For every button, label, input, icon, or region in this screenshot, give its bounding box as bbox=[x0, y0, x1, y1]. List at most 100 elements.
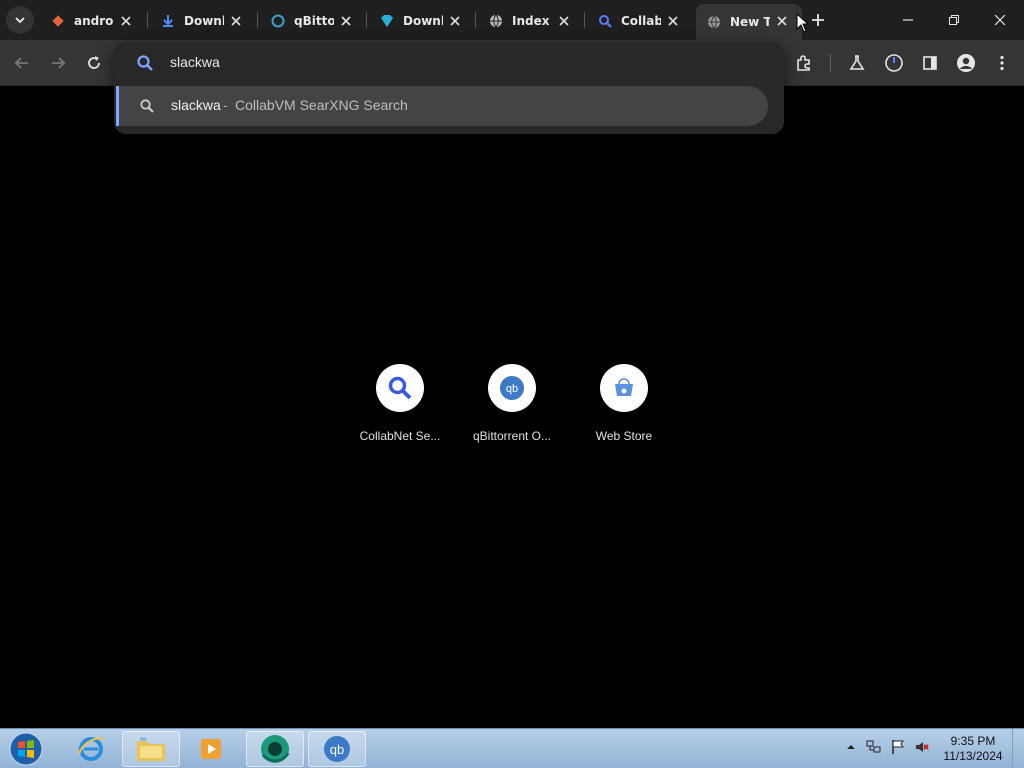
browser-window: androi Downl qBittor Downl Index c bbox=[0, 0, 1024, 768]
avatar-icon bbox=[957, 54, 975, 72]
flask-icon bbox=[849, 55, 865, 70]
tab-title: androi bbox=[74, 14, 114, 28]
action-center-flag-icon[interactable] bbox=[890, 739, 906, 755]
tab-strip: androi Downl qBittor Downl Index c bbox=[0, 0, 1024, 40]
search-icon bbox=[140, 99, 154, 113]
labs-button[interactable] bbox=[846, 52, 868, 74]
close-window-button[interactable] bbox=[988, 8, 1012, 32]
close-icon[interactable] bbox=[665, 13, 681, 29]
show-hidden-icons-button[interactable] bbox=[843, 739, 859, 755]
tab-download-1[interactable]: Downl bbox=[150, 6, 256, 36]
toolbar-divider bbox=[830, 54, 831, 72]
shortcut-web-store[interactable]: Web Store bbox=[568, 364, 680, 454]
shortcut-label: Web Store bbox=[595, 429, 653, 443]
qbittorrent-icon: qb bbox=[500, 376, 524, 400]
arrow-right-icon bbox=[52, 57, 66, 69]
suggestion-engine: CollabVM SearXNG Search bbox=[235, 97, 408, 113]
shortcut-label: qBittorrent O... bbox=[472, 429, 552, 443]
omnibox-suggestion[interactable]: slackwa - CollabVM SearXNG Search bbox=[116, 86, 768, 126]
tab-title: Collab bbox=[621, 14, 661, 28]
tab-qbittorrent[interactable]: qBittor bbox=[260, 6, 366, 36]
network-icon[interactable] bbox=[866, 739, 882, 755]
shortcut-qbittorrent[interactable]: qb qBittorrent O... bbox=[456, 364, 568, 454]
suggestion-query: slackwa bbox=[171, 97, 221, 113]
chevron-up-icon bbox=[847, 745, 855, 749]
internet-explorer-icon bbox=[78, 737, 104, 761]
tab-search-button[interactable] bbox=[6, 6, 34, 34]
close-icon[interactable] bbox=[556, 13, 572, 29]
forward-button[interactable] bbox=[47, 52, 69, 74]
taskbar-qbittorrent[interactable]: qb bbox=[308, 731, 366, 767]
taskbar-clock[interactable]: 9:35 PM 11/13/2024 bbox=[938, 734, 1008, 764]
search-icon bbox=[388, 376, 412, 400]
volume-muted-icon[interactable] bbox=[914, 739, 930, 755]
tab-android[interactable]: androi bbox=[40, 6, 146, 36]
performance-button[interactable] bbox=[883, 52, 905, 74]
svg-text:qb: qb bbox=[330, 742, 344, 757]
taskbar-browser[interactable] bbox=[246, 731, 304, 767]
reload-icon bbox=[88, 56, 100, 69]
minimize-icon bbox=[903, 19, 913, 21]
tab-title: Downl bbox=[184, 14, 224, 28]
shortcut-collabnet-search[interactable]: CollabNet Se... bbox=[344, 364, 456, 454]
shortcut-icon-tile bbox=[600, 364, 648, 412]
clock-time: 9:35 PM bbox=[950, 734, 996, 748]
globe-icon bbox=[706, 14, 722, 30]
diamond-icon bbox=[379, 13, 395, 29]
show-desktop-button[interactable] bbox=[1012, 729, 1024, 768]
restore-icon bbox=[949, 15, 959, 25]
side-panel-icon bbox=[923, 56, 937, 70]
taskbar-media-player[interactable] bbox=[182, 731, 240, 767]
plus-icon bbox=[812, 14, 824, 26]
shortcut-icon-tile bbox=[376, 364, 424, 412]
close-icon bbox=[994, 14, 1006, 26]
close-icon[interactable] bbox=[118, 13, 134, 29]
new-tab-button[interactable] bbox=[808, 10, 828, 30]
qbittorrent-icon bbox=[270, 13, 286, 29]
close-icon[interactable] bbox=[774, 13, 790, 29]
file-explorer-icon bbox=[137, 737, 165, 761]
profile-button[interactable] bbox=[955, 52, 977, 74]
svg-text:qb: qb bbox=[506, 383, 518, 395]
tab-title: Downl bbox=[403, 14, 443, 28]
web-store-icon bbox=[615, 378, 633, 396]
browser-icon bbox=[261, 735, 290, 763]
globe-icon bbox=[488, 13, 504, 29]
close-icon[interactable] bbox=[447, 13, 463, 29]
gauge-icon bbox=[885, 54, 903, 72]
side-panel-button[interactable] bbox=[919, 52, 941, 74]
mouse-cursor-icon bbox=[796, 13, 808, 33]
restore-button[interactable] bbox=[942, 8, 966, 32]
start-button[interactable] bbox=[6, 731, 46, 767]
qbittorrent-icon: qb bbox=[324, 736, 350, 762]
search-icon bbox=[597, 13, 613, 29]
clock-date: 11/13/2024 bbox=[943, 749, 1003, 763]
close-icon[interactable] bbox=[338, 13, 354, 29]
shortcut-icon-tile: qb bbox=[488, 364, 536, 412]
close-icon[interactable] bbox=[228, 13, 244, 29]
taskbar-file-explorer[interactable] bbox=[122, 731, 180, 767]
minimize-button[interactable] bbox=[896, 8, 920, 32]
kebab-menu-icon bbox=[1000, 55, 1004, 71]
taskbar-internet-explorer[interactable] bbox=[62, 731, 120, 767]
tab-title: Index c bbox=[512, 14, 552, 28]
tab-collab[interactable]: Collab bbox=[587, 6, 693, 36]
puzzle-icon bbox=[797, 55, 810, 71]
diamond-icon bbox=[50, 13, 66, 29]
back-button[interactable] bbox=[11, 52, 33, 74]
reload-button[interactable] bbox=[83, 52, 105, 74]
omnibox-input[interactable]: slackwa bbox=[170, 54, 220, 70]
tab-download-2[interactable]: Downl bbox=[369, 6, 475, 36]
suggestion-separator: - bbox=[223, 97, 228, 113]
taskbar: qb 9:35 PM 11/13/2024 bbox=[0, 728, 1024, 768]
search-icon bbox=[137, 55, 153, 71]
tab-new-tab[interactable]: New Ta bbox=[696, 4, 802, 40]
shortcut-label: CollabNet Se... bbox=[359, 429, 441, 443]
tab-title: qBittor bbox=[294, 14, 334, 28]
windows-start-icon bbox=[9, 732, 43, 766]
extensions-button[interactable] bbox=[793, 52, 815, 74]
tab-index[interactable]: Index c bbox=[478, 6, 584, 36]
tab-title: New Ta bbox=[730, 15, 770, 29]
chevron-down-icon bbox=[15, 17, 25, 24]
menu-button[interactable] bbox=[991, 52, 1013, 74]
